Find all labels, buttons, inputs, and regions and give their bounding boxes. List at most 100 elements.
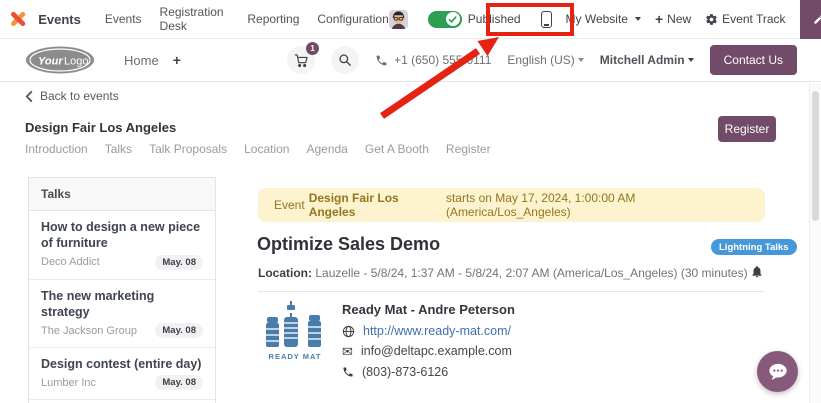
chevron-down-icon [688,58,694,62]
tab-talk-proposals[interactable]: Talk Proposals [149,142,227,156]
publish-switch[interactable] [428,11,462,28]
talk-date-badge: May. 08 [155,255,203,270]
tab-get-a-booth[interactable]: Get A Booth [365,142,429,156]
cart-icon [294,53,309,68]
talk-company: Deco Addict [41,256,100,268]
cart-button[interactable]: 1 [287,46,315,74]
speaker-phone-line: (803)-873-6126 [342,365,448,379]
speaker-company-logo: READY MAT [258,299,332,365]
register-button[interactable]: Register [718,116,776,142]
talk-list-item[interactable]: How to design a new piece of furniture D… [29,211,215,280]
header-phone[interactable]: +1 (650) 555-0111 [375,53,491,67]
talk-list-item[interactable]: The new marketing strategy The Jackson G… [29,280,215,349]
talk-location-line: Location: Lauzelle - 5/8/24, 1:37 AM - 5… [258,266,748,280]
check-icon [448,15,457,24]
search-icon [338,53,352,67]
alert-event-name: Design Fair Los Angeles [309,191,442,219]
event-start-alert: Event Design Fair Los Angeles starts on … [258,188,765,222]
bell-icon [750,264,764,279]
publish-toggle[interactable]: Published [422,7,527,32]
scrollbar-thumb[interactable] [812,91,819,221]
user-avatar[interactable] [389,10,408,29]
talk-list-item[interactable]: Design contest (entire day) Lumber Inc M… [29,348,215,400]
chevron-down-icon [578,58,584,62]
talk-title: The new marketing strategy [41,288,203,321]
publish-label: Published [468,12,521,26]
talk-track-badge: Lightning Talks [711,239,797,255]
location-label: Location: [258,266,312,280]
tab-agenda[interactable]: Agenda [306,142,347,156]
chevron-left-icon [25,91,33,102]
chevron-down-icon [635,17,641,21]
tab-introduction[interactable]: Introduction [25,142,88,156]
user-dropdown[interactable]: Mitchell Admin [600,53,694,67]
my-website-label: My Website [566,12,628,26]
tab-location[interactable]: Location [244,142,289,156]
location-value: Lauzelle - 5/8/24, 1:37 AM - 5/8/24, 2:0… [315,266,747,280]
mobile-preview-icon[interactable] [541,11,552,28]
talk-title: How to design a new piece of furniture [41,219,203,252]
talk-company: The Jackson Group [41,325,137,337]
speaker-name: Ready Mat - Andre Peterson [342,302,515,317]
pencil-icon [813,14,821,25]
my-website-dropdown[interactable]: My Website [566,12,641,26]
event-tabs: Introduction Talks Talk Proposals Locati… [25,142,491,156]
speaker-website-line: http://www.ready-mat.com/ [342,324,511,338]
menu-events[interactable]: Events [105,12,142,26]
language-label: English (US) [507,53,574,67]
phone-icon [375,54,388,67]
backend-top-bar: Events Events Registration Desk Reportin… [0,0,821,39]
talks-sidebar: Talks How to design a new piece of furni… [28,177,216,403]
edit-button[interactable]: Edit [800,0,821,39]
app-name[interactable]: Events [38,12,81,27]
speaker-email[interactable]: info@deltapc.example.com [361,344,512,358]
talk-page-title: Optimize Sales Demo [257,234,440,255]
speaker-phone[interactable]: (803)-873-6126 [362,365,448,379]
livechat-button[interactable] [757,351,798,392]
menu-configuration[interactable]: Configuration [317,12,388,26]
plus-icon: + [655,11,663,27]
back-label: Back to events [40,89,119,103]
talk-date-badge: May. 08 [155,375,203,390]
menu-registration-desk[interactable]: Registration Desk [160,5,230,33]
event-track-button[interactable]: Event Track [705,12,785,26]
alert-prefix: Event [274,198,305,212]
tab-register[interactable]: Register [446,142,491,156]
svg-text:Your: Your [38,56,63,68]
event-track-label: Event Track [722,12,785,26]
talk-title: Design contest (entire day) [41,356,203,372]
talk-date-badge: May. 08 [155,323,203,338]
contact-us-button[interactable]: Contact Us [710,45,797,75]
phone-icon [342,366,354,378]
back-to-events-link[interactable]: Back to events [25,89,119,103]
language-dropdown[interactable]: English (US) [507,53,583,67]
reminder-bell-button[interactable] [750,264,764,284]
tab-talks[interactable]: Talks [105,142,132,156]
odoo-logo-icon[interactable] [10,8,26,30]
section-divider [258,291,765,292]
new-label: New [667,12,691,26]
talk-company: Lumber Inc [41,377,96,389]
cart-count-badge: 1 [306,42,319,55]
menu-reporting[interactable]: Reporting [247,12,299,26]
event-title: Design Fair Los Angeles [25,120,176,135]
nav-home[interactable]: Home [124,53,159,68]
user-name: Mitchell Admin [600,53,685,67]
page-scrollbar[interactable] [809,83,821,403]
website-nav-bar: Your Logo Home + 1 [0,39,821,82]
alert-suffix: starts on May 17, 2024, 1:00:00 AM (Amer… [446,191,749,219]
speaker-email-line: ✉ info@deltapc.example.com [342,344,512,358]
envelope-icon: ✉ [342,345,353,358]
search-button[interactable] [331,46,359,74]
nav-add-page[interactable]: + [173,52,181,68]
speaker-logo-caption: READY MAT [269,352,322,361]
globe-icon [342,325,355,338]
new-button[interactable]: + New [655,11,691,27]
talks-sidebar-title: Talks [29,178,215,211]
chat-bubble-icon [767,362,789,382]
phone-number: +1 (650) 555-0111 [394,53,491,67]
site-logo[interactable]: Your Logo [24,45,96,75]
odoo-event-page: Events Events Registration Desk Reportin… [0,0,821,403]
speaker-website-link[interactable]: http://www.ready-mat.com/ [363,324,511,338]
svg-text:Logo: Logo [64,56,88,68]
